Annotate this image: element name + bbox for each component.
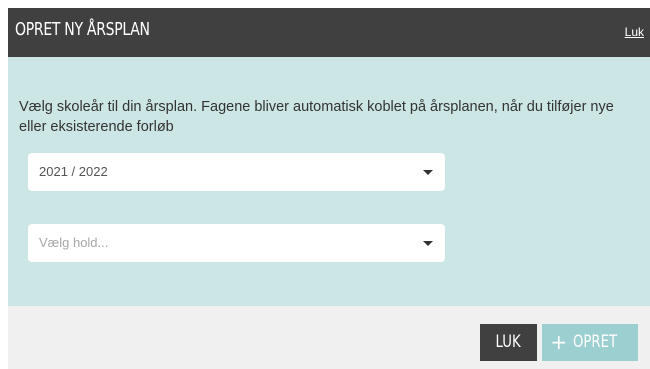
close-button-label: LUK bbox=[495, 332, 522, 352]
create-button-label: OPRET bbox=[573, 332, 618, 352]
team-select[interactable]: Vælg hold... bbox=[28, 224, 445, 262]
dialog-title: OPRET NY ÅRSPLAN bbox=[15, 19, 150, 40]
chevron-down-icon bbox=[423, 241, 433, 246]
close-link[interactable]: Luk bbox=[625, 25, 644, 39]
dialog-header: OPRET NY ÅRSPLAN Luk bbox=[8, 8, 650, 57]
create-button[interactable]: + OPRET bbox=[542, 324, 638, 361]
dialog-description: Vælg skoleår til din årsplan. Fagene bli… bbox=[19, 99, 614, 135]
school-year-value: 2021 / 2022 bbox=[39, 164, 108, 179]
create-yearplan-dialog: OPRET NY ÅRSPLAN Luk Vælg skoleår til di… bbox=[8, 8, 650, 369]
close-button[interactable]: LUK bbox=[480, 324, 537, 361]
plus-icon: + bbox=[550, 330, 568, 354]
team-placeholder: Vælg hold... bbox=[39, 235, 109, 250]
dialog-body: Vælg skoleår til din årsplan. Fagene bli… bbox=[8, 57, 650, 306]
school-year-select[interactable]: 2021 / 2022 bbox=[28, 153, 445, 191]
chevron-down-icon bbox=[423, 170, 433, 175]
